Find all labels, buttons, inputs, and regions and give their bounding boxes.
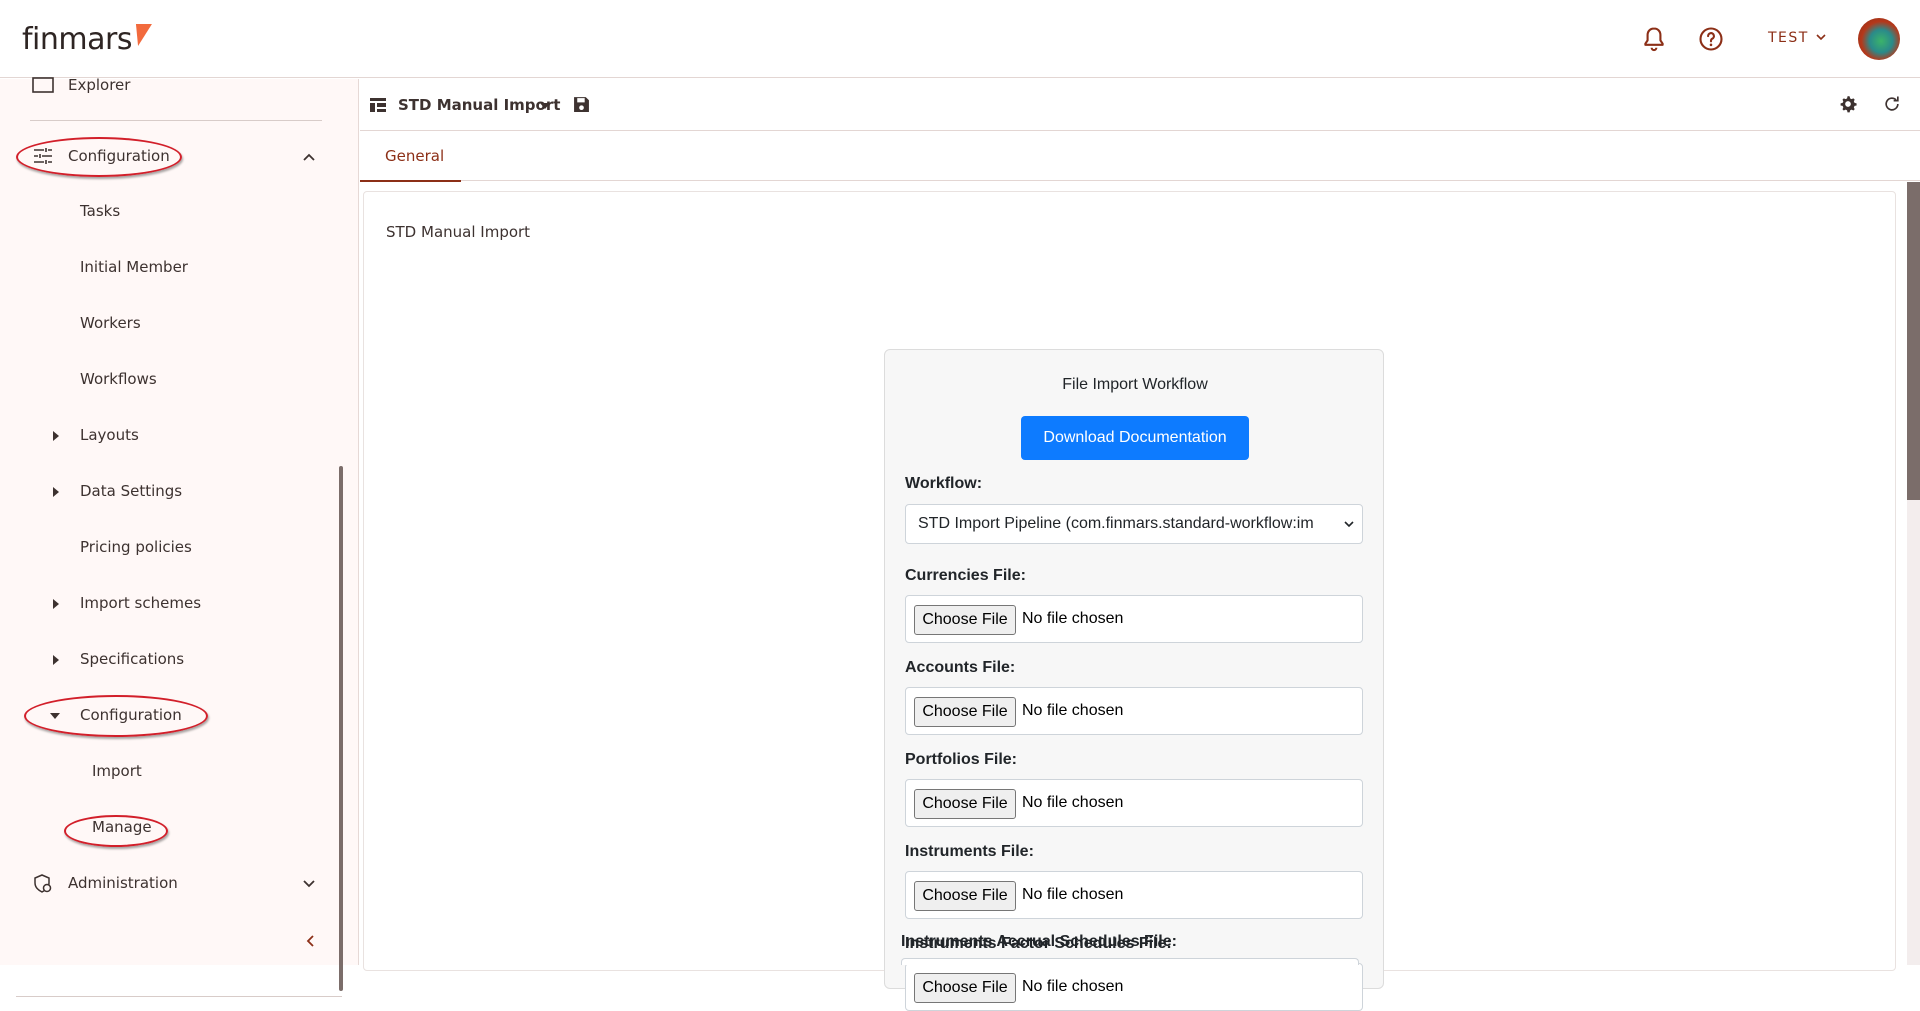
portfolios-file-label: Portfolios File: [905,751,1017,768]
tab-general[interactable]: General [360,131,461,182]
bell-icon[interactable] [1640,25,1668,53]
sidebar-item-label: Layouts [80,426,139,444]
currencies-file-input[interactable]: Choose File No file chosen [905,595,1363,643]
chevron-up-icon[interactable] [302,150,316,164]
file-import-card: File Import Workflow Download Documentat… [884,349,1384,1011]
choose-file-button[interactable]: Choose File [914,789,1016,819]
toolbar: STD Manual Import [360,79,1920,131]
choose-file-button[interactable]: Choose File [914,605,1016,635]
logo-triangle-icon [130,24,152,46]
instruments-accrual-schedules-file-label: Instruments Accrual Schedules File: [901,933,1177,950]
sidebar-item-label: Import [92,762,142,780]
layout-title[interactable]: STD Manual Import [398,96,560,114]
instruments-accrual-schedules-file-input[interactable] [901,958,1359,965]
currencies-file-label: Currencies File: [905,567,1026,584]
import-panel: STD Manual Import File Import Workflow D… [363,191,1896,1011]
sidebar-item-workflows[interactable]: Workflows [0,360,359,400]
sidebar-item-import[interactable]: Import [0,752,359,792]
sidebar-item-manage[interactable]: Manage [0,808,359,848]
choose-file-button[interactable]: Choose File [914,697,1016,727]
admin-shield-icon [34,874,52,893]
file-status: No file chosen [1022,886,1124,903]
caret-right-icon[interactable] [53,431,59,441]
sidebar-item-label: Explorer [68,76,131,94]
refresh-icon[interactable] [1882,94,1902,114]
workflow-select-value: STD Import Pipeline (com.finmars.standar… [918,515,1314,532]
layout-icon[interactable] [370,98,386,112]
card-title: File Import Workflow [1062,376,1208,393]
caret-down-icon[interactable] [540,103,550,109]
sidebar-item-label: Data Settings [80,482,183,500]
instruments-file-label: Instruments File: [905,843,1034,860]
chevron-down-icon [1344,521,1354,528]
sidebar-item-label: Workers [80,314,141,332]
gear-icon[interactable] [1838,94,1858,114]
sidebar-item-administration[interactable]: Administration [0,864,359,904]
sidebar-item-label: Initial Member [80,258,188,276]
user-menu-label[interactable]: TEST [1768,30,1809,46]
sidebar-item-label: Tasks [80,202,121,220]
file-status: No file chosen [1022,978,1124,995]
panel-title: STD Manual Import [386,223,531,241]
portfolios-file-input[interactable]: Choose File No file chosen [905,779,1363,827]
sidebar-item-label: Import schemes [80,594,202,612]
instruments-factor-schedules-file-input[interactable]: Choose File No file chosen [905,963,1363,1011]
save-icon[interactable] [573,96,590,113]
logo-text: finmars [22,22,132,57]
workflow-select[interactable]: STD Import Pipeline (com.finmars.standar… [905,504,1363,544]
top-header: finmars TEST [0,0,1920,78]
divider [16,996,342,997]
annotation-oval [64,815,168,847]
explorer-icon [32,77,54,93]
caret-right-icon[interactable] [53,599,59,609]
content-scrollbar-thumb[interactable] [1907,182,1920,500]
sidebar-item-label: Administration [68,874,178,892]
sidebar-item-data-settings[interactable]: Data Settings [0,472,359,512]
annotation-oval [16,137,182,177]
chevron-down-icon[interactable] [302,877,316,891]
sidebar-item-workers[interactable]: Workers [0,304,359,344]
main-area: STD Manual Import General STD Manual Imp… [360,79,1920,1011]
tab-label: General [385,147,445,165]
finmars-logo[interactable]: finmars [22,22,152,57]
chevron-down-icon[interactable] [1814,30,1828,44]
sidebar-item-pricing-policies[interactable]: Pricing policies [0,528,359,568]
help-icon[interactable] [1697,25,1725,53]
tab-bar: General [360,131,1920,182]
caret-right-icon[interactable] [53,487,59,497]
choose-file-button[interactable]: Choose File [914,881,1016,911]
annotation-oval [24,695,208,737]
sidebar-scrollbar[interactable] [339,466,343,991]
avatar[interactable] [1858,18,1900,60]
sidebar-item-label: Workflows [80,370,157,388]
collapse-sidebar-icon[interactable] [303,934,317,948]
accounts-file-input[interactable]: Choose File No file chosen [905,687,1363,735]
sidebar-item-layouts[interactable]: Layouts [0,416,359,456]
divider [30,120,322,121]
sidebar-item-import-schemes[interactable]: Import schemes [0,584,359,624]
accounts-file-label: Accounts File: [905,659,1016,676]
sidebar-item-label: Specifications [80,650,185,668]
caret-right-icon[interactable] [53,655,59,665]
file-status: No file chosen [1022,702,1124,719]
sidebar-item-specifications[interactable]: Specifications [0,640,359,680]
instruments-file-input[interactable]: Choose File No file chosen [905,871,1363,919]
choose-file-button[interactable]: Choose File [914,973,1016,1003]
content-area: STD Manual Import File Import Workflow D… [360,182,1920,1011]
sidebar: Explorer Configuration Tasks Initial Mem… [0,76,359,997]
file-status: No file chosen [1022,794,1124,811]
file-status: No file chosen [1022,610,1124,627]
sidebar-item-explorer[interactable]: Explorer [0,76,359,119]
sidebar-item-tasks[interactable]: Tasks [0,192,359,232]
sidebar-item-initial-member[interactable]: Initial Member [0,248,359,288]
workflow-label: Workflow: [905,475,983,492]
download-documentation-button[interactable]: Download Documentation [1021,416,1249,460]
sidebar-item-label: Pricing policies [80,538,192,556]
